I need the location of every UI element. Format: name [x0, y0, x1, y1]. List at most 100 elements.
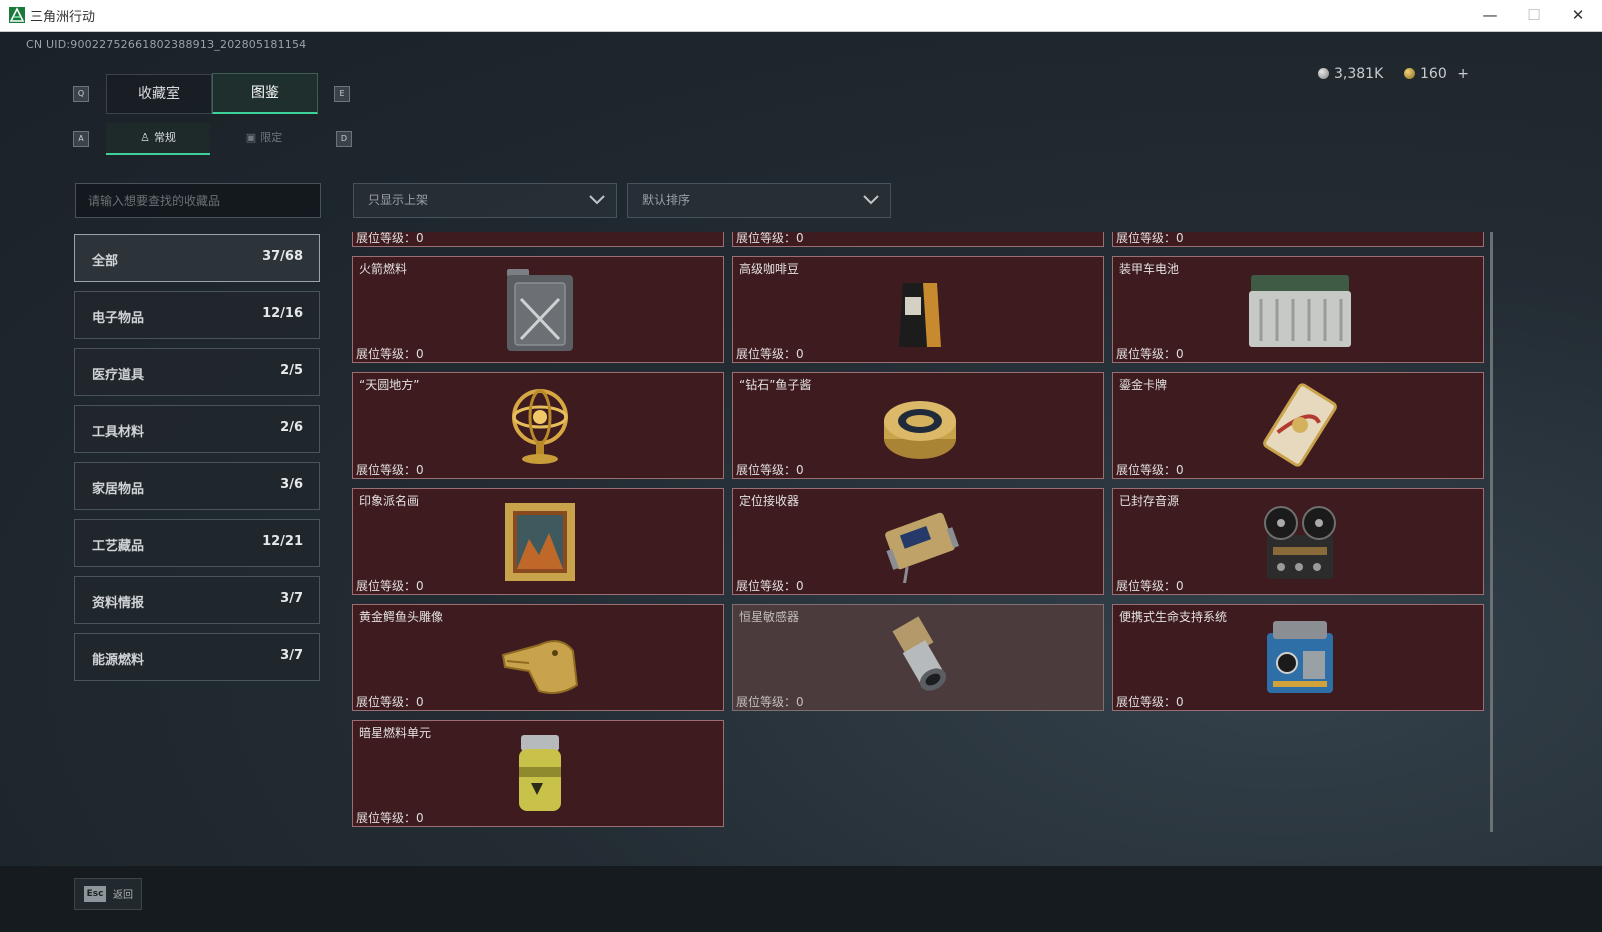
item-name: 鎏金卡牌 — [1119, 378, 1168, 392]
display-level: 展位等级：0 — [736, 695, 804, 709]
gold-crocodile-icon — [499, 615, 581, 699]
display-level: 展位等级：0 — [1116, 463, 1184, 477]
coffee-bag-icon — [879, 267, 961, 351]
subtab-regular-label: 常规 — [153, 131, 176, 144]
display-level: 展位等级：0 — [1116, 232, 1184, 245]
category-all[interactable]: 全部 37/68 — [74, 234, 320, 282]
back-button[interactable]: Esc 返回 — [74, 878, 142, 910]
category-count: 12/16 — [262, 306, 303, 321]
display-level: 展位等级：0 — [1116, 579, 1184, 593]
category-count: 2/6 — [280, 420, 303, 435]
category-electronics[interactable]: 电子物品 12/16 — [74, 291, 320, 339]
category-label: 资料情报 — [92, 596, 145, 611]
item-name: “钻石”鱼子酱 — [739, 378, 812, 392]
category-medical[interactable]: 医疗道具 2/5 — [74, 348, 320, 396]
battery-icon — [1245, 267, 1355, 351]
currency-silver: 3,381K — [1318, 66, 1383, 82]
gold-coin-icon — [1404, 68, 1415, 79]
category-label: 家居物品 — [92, 482, 145, 497]
maximize-icon[interactable]: ☐ — [1512, 0, 1556, 31]
category-label: 全部 — [92, 254, 119, 269]
search-box[interactable] — [75, 183, 321, 218]
item-name: 便携式生命支持系统 — [1119, 610, 1228, 624]
display-level: 展位等级：0 — [356, 579, 424, 593]
collection-grid: 展位等级：0 展位等级：0 展位等级：0 火箭燃料 展位等级：0 高级咖啡豆 展… — [352, 232, 1497, 864]
tab-collection-room[interactable]: 收藏室 — [106, 74, 212, 114]
tape-recorder-icon — [1259, 499, 1341, 583]
receiver-device-icon — [879, 499, 961, 588]
item-name: “天圆地方” — [359, 378, 420, 392]
shelf-filter-dropdown[interactable]: 只显示上架 — [353, 183, 617, 218]
category-count: 12/21 — [262, 534, 303, 549]
collection-item[interactable]: 暗星燃料单元 展位等级：0 — [352, 720, 724, 827]
search-input[interactable] — [76, 184, 320, 217]
category-count: 3/7 — [280, 591, 303, 606]
collection-item[interactable]: 装甲车电池 展位等级：0 — [1112, 256, 1484, 363]
item-name: 恒星敏感器 — [739, 610, 800, 624]
category-crafts[interactable]: 工艺藏品 12/21 — [74, 519, 320, 567]
collection-item[interactable]: 高级咖啡豆 展位等级：0 — [732, 256, 1104, 363]
subtab-regular[interactable]: ♙ 常规 — [106, 123, 210, 155]
regular-icon: ♙ — [140, 131, 150, 144]
collection-item[interactable]: 展位等级：0 — [352, 232, 724, 247]
item-name: 已封存音源 — [1119, 494, 1180, 508]
window-title: 三角洲行动 — [30, 10, 96, 25]
category-label: 医疗道具 — [92, 368, 145, 383]
star-sensor-icon — [879, 615, 961, 699]
chevron-down-icon — [862, 184, 880, 230]
category-count: 2/5 — [280, 363, 303, 378]
tab-codex[interactable]: 图鉴 — [212, 73, 318, 114]
silver-coin-icon — [1318, 68, 1329, 79]
close-icon[interactable]: ✕ — [1556, 0, 1600, 31]
collection-item[interactable]: “钻石”鱼子酱 展位等级：0 — [732, 372, 1104, 479]
minimize-icon[interactable]: — — [1468, 0, 1512, 31]
armillary-sphere-icon — [499, 383, 581, 467]
collection-item[interactable]: 已封存音源 展位等级：0 — [1112, 488, 1484, 595]
collection-item[interactable]: 展位等级：0 — [732, 232, 1104, 247]
category-tools[interactable]: 工具材料 2/6 — [74, 405, 320, 453]
footer-bar: Esc 返回 — [0, 866, 1602, 932]
game-view: CN UID:9002275266180238891З_202805181154… — [0, 32, 1602, 932]
item-name: 火箭燃料 — [359, 262, 408, 276]
item-name: 装甲车电池 — [1119, 262, 1180, 276]
key-e-hint: E — [334, 86, 350, 102]
app-logo-icon — [9, 7, 25, 23]
category-label: 工具材料 — [92, 425, 145, 440]
display-level: 展位等级：0 — [356, 463, 424, 477]
collection-item[interactable]: 恒星敏感器 展位等级：0 — [732, 604, 1104, 711]
gold-card-icon — [1259, 383, 1341, 467]
display-level: 展位等级：0 — [1116, 695, 1184, 709]
category-count: 37/68 — [262, 249, 303, 264]
silver-amount: 3,381K — [1334, 66, 1384, 82]
collection-item[interactable]: 火箭燃料 展位等级：0 — [352, 256, 724, 363]
item-name: 高级咖啡豆 — [739, 262, 800, 276]
chevron-down-icon — [588, 184, 606, 230]
collection-item[interactable]: 定位接收器 展位等级：0 — [732, 488, 1104, 595]
category-intel[interactable]: 资料情报 3/7 — [74, 576, 320, 624]
display-level: 展位等级：0 — [356, 347, 424, 361]
grid-scrollbar[interactable] — [1490, 232, 1493, 832]
subtab-limited[interactable]: ▣ 限定 — [212, 123, 316, 153]
sort-label: 默认排序 — [642, 193, 691, 207]
category-energy[interactable]: 能源燃料 3/7 — [74, 633, 320, 681]
category-count: 3/7 — [280, 648, 303, 663]
collection-item[interactable]: 印象派名画 展位等级：0 — [352, 488, 724, 595]
category-label: 电子物品 — [92, 311, 145, 326]
category-household[interactable]: 家居物品 3/6 — [74, 462, 320, 510]
add-currency-button[interactable]: + — [1457, 66, 1469, 82]
caviar-tin-icon — [879, 383, 961, 467]
collection-item[interactable]: “天圆地方” 展位等级：0 — [352, 372, 724, 479]
back-label: 返回 — [113, 890, 133, 901]
collection-item[interactable]: 便携式生命支持系统 展位等级：0 — [1112, 604, 1484, 711]
display-level: 展位等级：0 — [356, 232, 424, 245]
fuel-canister-icon — [499, 267, 581, 351]
item-name: 黄金鳄鱼头雕像 — [359, 610, 444, 624]
collection-item[interactable]: 展位等级：0 — [1112, 232, 1484, 247]
collection-item[interactable]: 黄金鳄鱼头雕像 展位等级：0 — [352, 604, 724, 711]
shelf-filter-label: 只显示上架 — [368, 193, 429, 207]
sort-dropdown[interactable]: 默认排序 — [627, 183, 891, 218]
uid-label: CN UID:9002275266180238891З_202805181154 — [26, 38, 307, 51]
currency-gold: 160 + — [1404, 66, 1469, 82]
life-support-icon — [1259, 615, 1341, 699]
collection-item[interactable]: 鎏金卡牌 展位等级：0 — [1112, 372, 1484, 479]
